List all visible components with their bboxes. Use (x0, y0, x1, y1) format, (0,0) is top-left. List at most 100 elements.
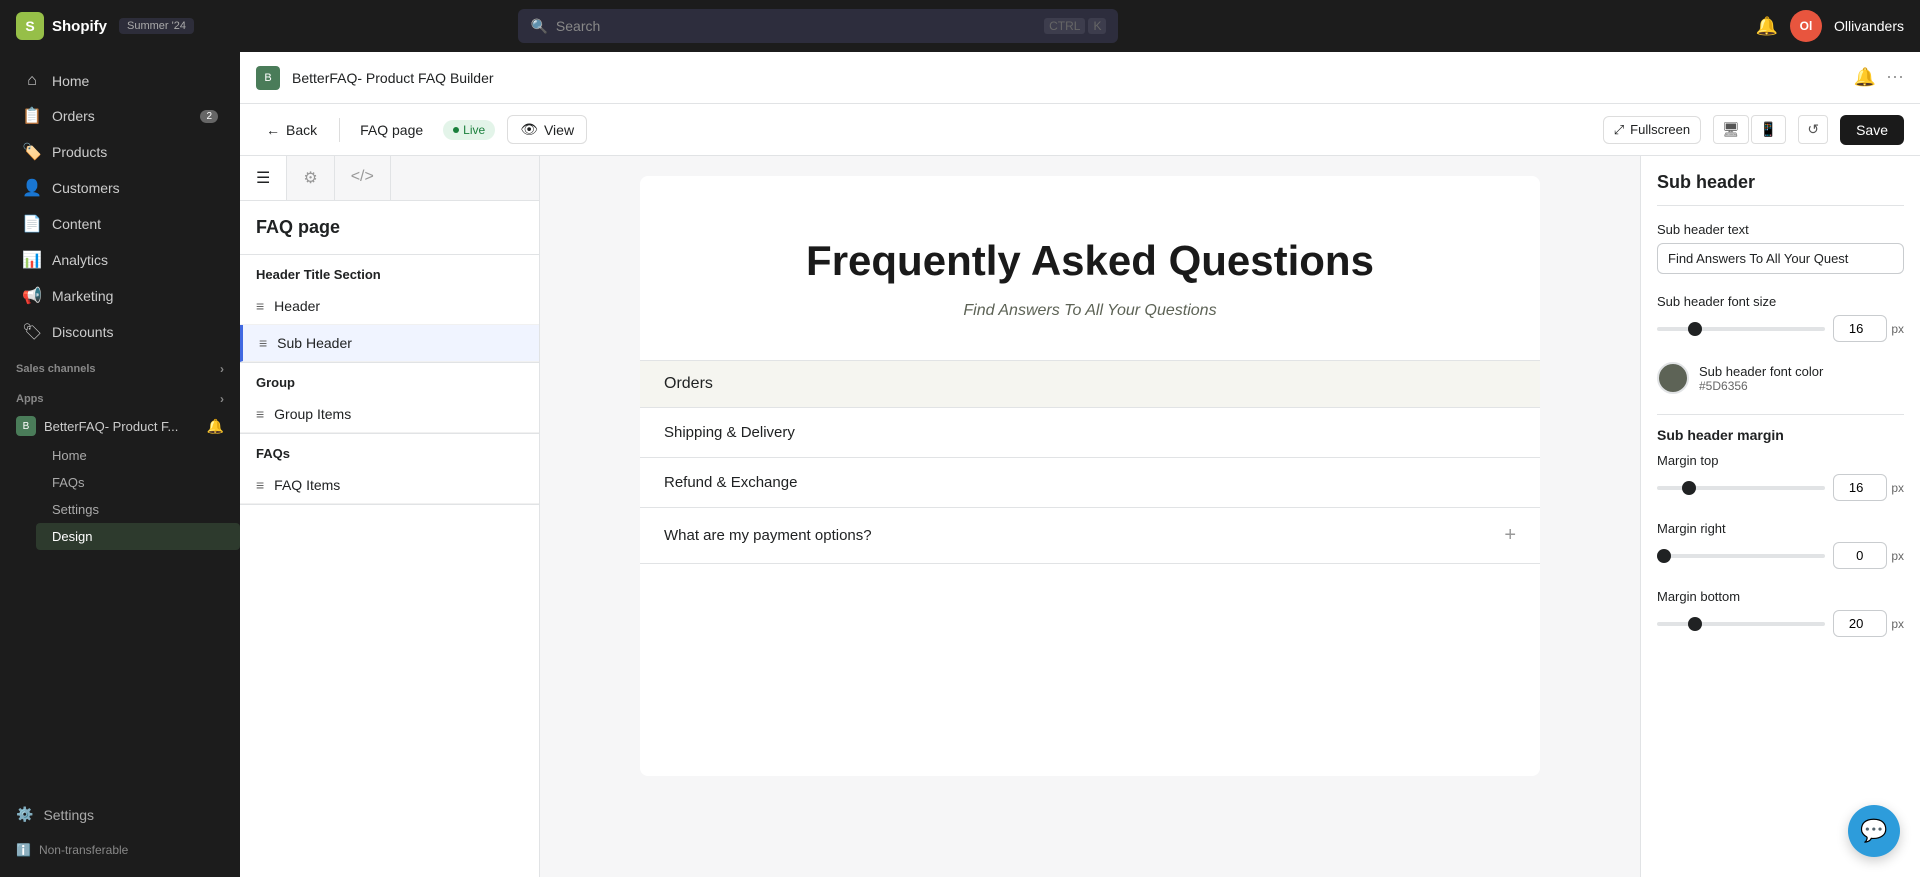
margin-top-group: Margin top px (1657, 453, 1904, 501)
sidebar-item-label: Discounts (52, 324, 113, 340)
margin-right-input[interactable] (1833, 542, 1887, 569)
color-swatch[interactable] (1657, 362, 1689, 394)
faq-main-title: Frequently Asked Questions (680, 236, 1500, 286)
panel-tab-list[interactable]: ☰ (240, 156, 287, 200)
preview-scroll[interactable]: Frequently Asked Questions Find Answers … (540, 156, 1640, 877)
app-sub-home[interactable]: Home (36, 442, 240, 469)
chevron-right-icon: › (220, 362, 224, 376)
app-layout: ⌂ Home 📋 Orders 2 🏷️ Products 👤 Customer… (0, 52, 1920, 877)
app-header-icon: B (256, 66, 280, 90)
discounts-icon: 🏷 (22, 322, 42, 342)
section-item-faq-items[interactable]: ≡ FAQ Items (240, 467, 539, 504)
sidebar-item-analytics[interactable]: 📊 Analytics (6, 242, 234, 278)
margin-top-slider[interactable] (1657, 486, 1825, 490)
faqs-section-label: FAQs (240, 434, 539, 467)
sidebar-item-discounts[interactable]: 🏷 Discounts (6, 314, 234, 350)
margin-right-label: Margin right (1657, 521, 1904, 536)
header-more-icon[interactable]: ⋯ (1886, 67, 1904, 88)
margin-top-label: Margin top (1657, 453, 1904, 468)
margin-bottom-slider[interactable] (1657, 622, 1825, 626)
chat-icon: 💬 (1860, 818, 1887, 844)
margin-bottom-input[interactable] (1833, 610, 1887, 637)
sidebar-item-label: Marketing (52, 288, 113, 304)
font-size-slider[interactable] (1657, 327, 1825, 331)
margin-section-title: Sub header margin (1657, 414, 1904, 443)
preview-area: Frequently Asked Questions Find Answers … (540, 156, 1640, 877)
view-button[interactable]: 👁 View (507, 115, 587, 144)
sidebar-settings[interactable]: ⚙️ Settings (0, 794, 240, 835)
products-icon: 🏷️ (22, 142, 42, 162)
app-header-title: BetterFAQ- Product FAQ Builder (292, 70, 494, 86)
header-bell-icon[interactable]: 🔔 (1854, 67, 1876, 88)
search-shortcut: CTRL K (1044, 18, 1106, 34)
font-size-input[interactable] (1833, 315, 1887, 342)
search-input[interactable] (556, 18, 1036, 34)
app-sub-faqs[interactable]: FAQs (36, 469, 240, 496)
list-icon: ≡ (256, 298, 264, 314)
marketing-icon: 📢 (22, 286, 42, 306)
color-name: Sub header font color (1699, 364, 1823, 379)
faq-page-tab[interactable]: FAQ page (352, 118, 431, 142)
shopify-logo-icon: S (16, 12, 44, 40)
faq-item-empty (640, 563, 1540, 583)
app-betterfaq[interactable]: B BetterFAQ- Product F... 🔔 (0, 410, 240, 442)
margin-bottom-group: Margin bottom px (1657, 589, 1904, 637)
undo-button[interactable]: ↺ (1798, 115, 1828, 144)
faq-item[interactable]: Shipping & Delivery (640, 407, 1540, 457)
section-item-header[interactable]: ≡ Header (240, 288, 539, 325)
sub-header-text-input[interactable] (1657, 243, 1904, 274)
sales-channels-section: Sales channels › (0, 350, 240, 380)
faq-preview: Frequently Asked Questions Find Answers … (640, 176, 1540, 776)
sidebar-item-customers[interactable]: 👤 Customers (6, 170, 234, 206)
right-panel-title: Sub header (1657, 172, 1904, 206)
chat-bubble[interactable]: 💬 (1848, 805, 1900, 857)
info-icon: ℹ️ (16, 843, 31, 857)
editor-area: ☰ ⚙ </> FAQ page Header Title Section ≡ … (240, 156, 1920, 877)
right-panel: Sub header Sub header text Sub header fo… (1640, 156, 1920, 877)
settings-label: Settings (43, 807, 94, 823)
sidebar-item-label: Orders (52, 108, 95, 124)
app-header-right: 🔔 ⋯ (1854, 67, 1904, 88)
sidebar-item-marketing[interactable]: 📢 Marketing (6, 278, 234, 314)
margin-right-slider[interactable] (1657, 554, 1825, 558)
save-button[interactable]: Save (1840, 115, 1904, 145)
sidebar-item-home[interactable]: ⌂ Home (6, 64, 234, 98)
font-size-label: Sub header font size (1657, 294, 1904, 309)
panel-tab-code[interactable]: </> (335, 156, 391, 200)
margin-top-slider-row: px (1657, 474, 1904, 501)
customers-icon: 👤 (22, 178, 42, 198)
sub-header-text-group: Sub header text (1657, 222, 1904, 274)
margin-top-input[interactable] (1833, 474, 1887, 501)
sidebar-item-content[interactable]: 📄 Content (6, 206, 234, 242)
search-bar[interactable]: 🔍 CTRL K (518, 9, 1118, 43)
section-item-group-items[interactable]: ≡ Group Items (240, 396, 539, 433)
desktop-icon[interactable]: 🖥 (1713, 115, 1749, 144)
summer-badge: Summer '24 (119, 18, 194, 34)
fullscreen-button[interactable]: ⤢ Fullscreen (1603, 116, 1701, 144)
left-panel: ☰ ⚙ </> FAQ page Header Title Section ≡ … (240, 156, 540, 877)
app-icon: B (16, 416, 36, 436)
margin-bottom-label: Margin bottom (1657, 589, 1904, 604)
mobile-icon[interactable]: 📱 (1751, 115, 1786, 144)
notification-icon[interactable]: 🔔 (1756, 16, 1778, 37)
margin-right-slider-row: px (1657, 542, 1904, 569)
panel-tab-settings[interactable]: ⚙ (287, 156, 334, 200)
back-button[interactable]: ← Back (256, 116, 327, 144)
sidebar-item-label: Products (52, 144, 107, 160)
sidebar-item-products[interactable]: 🏷️ Products (6, 134, 234, 170)
section-item-sub-header[interactable]: ≡ Sub Header (240, 325, 539, 362)
gear-icon: ⚙️ (16, 806, 33, 823)
app-sub-settings[interactable]: Settings (36, 496, 240, 523)
faq-item[interactable]: Refund & Exchange (640, 457, 1540, 507)
margin-bottom-slider-row: px (1657, 610, 1904, 637)
search-icon: 🔍 (530, 18, 547, 35)
faq-expandable-item[interactable]: What are my payment options? + (640, 507, 1540, 563)
section-group: Group ≡ Group Items (240, 363, 539, 434)
eye-icon: 👁 (520, 121, 538, 138)
header-title-section-label: Header Title Section (240, 255, 539, 288)
sidebar-item-label: Home (52, 73, 89, 89)
list-icon: ≡ (256, 406, 264, 422)
app-sub-design[interactable]: Design (36, 523, 240, 550)
sidebar-item-orders[interactable]: 📋 Orders 2 (6, 98, 234, 134)
margin-top-px-label: px (1891, 481, 1904, 495)
